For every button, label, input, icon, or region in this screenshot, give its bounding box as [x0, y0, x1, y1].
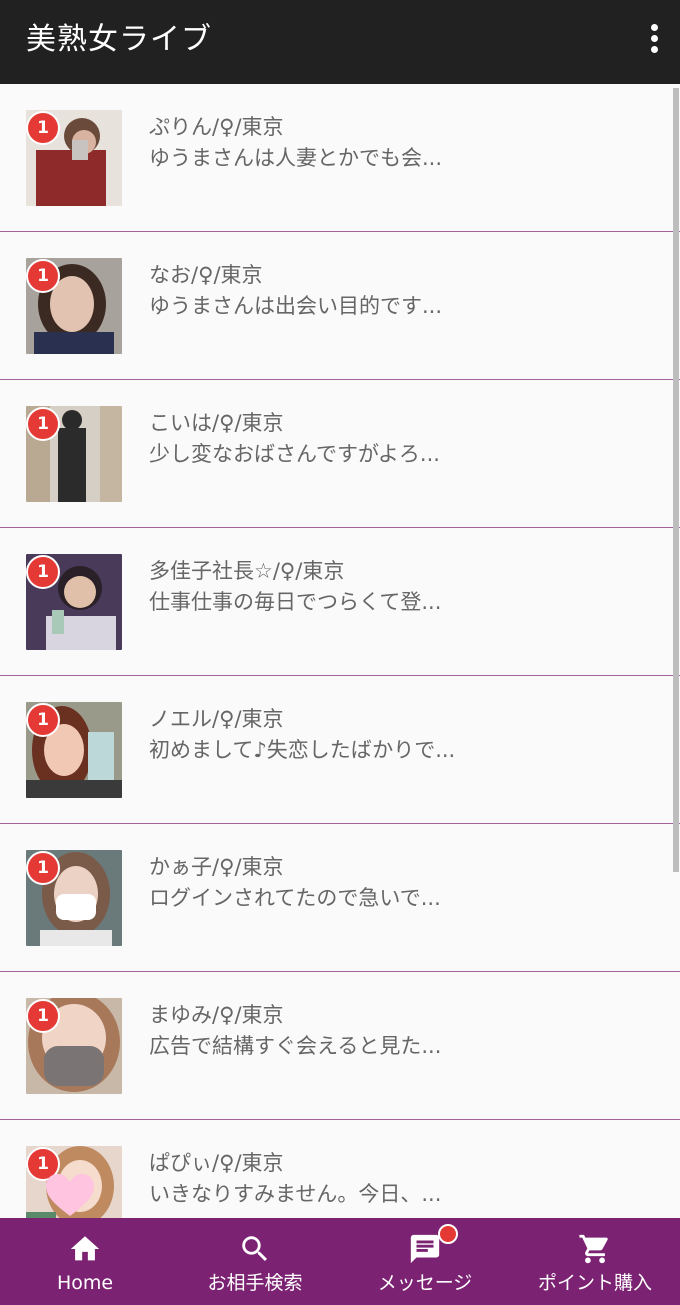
message-icon: [410, 1234, 440, 1264]
contact-name: かぁ子/♀/東京: [149, 855, 284, 879]
conversation-list[interactable]: 1 ぷりん/♀/東京 ゆうまさんは人妻とかでも会... 1 なお/♀/東京 ゆう…: [0, 84, 680, 1218]
unread-badge: 1: [26, 999, 60, 1033]
list-item[interactable]: 1 多佳子社長☆/♀/東京 仕事仕事の毎日でつらくて登...: [0, 528, 680, 676]
scrollbar[interactable]: [673, 88, 679, 872]
nav-points[interactable]: ポイント購入: [510, 1218, 680, 1305]
app-title: 美熟女ライブ: [26, 22, 212, 57]
nav-search[interactable]: お相手検索: [170, 1218, 340, 1305]
contact-name: ノエル/♀/東京: [149, 707, 284, 731]
list-item[interactable]: 1 ぷりん/♀/東京 ゆうまさんは人妻とかでも会...: [0, 84, 680, 232]
nav-home[interactable]: Home: [0, 1218, 170, 1305]
contact-name: こいは/♀/東京: [149, 411, 284, 435]
unread-badge: 1: [26, 555, 60, 589]
unread-badge: 1: [26, 703, 60, 737]
message-preview: ゆうまさんは出会い目的です...: [149, 294, 443, 318]
app-bar: 美熟女ライブ: [0, 0, 680, 84]
cart-icon: [579, 1234, 608, 1264]
list-item[interactable]: 1 まゆみ/♀/東京 広告で結構すぐ会えると見た...: [0, 972, 680, 1120]
message-preview: 仕事仕事の毎日でつらくて登...: [149, 590, 442, 614]
message-preview: ゆうまさんは人妻とかでも会...: [149, 146, 443, 170]
message-preview: いきなりすみません。今日、...: [149, 1182, 442, 1206]
nav-search-label: お相手検索: [207, 1272, 303, 1294]
contact-name: まゆみ/♀/東京: [149, 1003, 284, 1027]
nav-messages-label: メッセージ: [377, 1272, 473, 1294]
unread-badge: 1: [26, 407, 60, 441]
message-preview: 広告で結構すぐ会えると見た...: [149, 1034, 442, 1058]
heart-icon[interactable]: [44, 1172, 96, 1218]
unread-badge: 1: [26, 111, 60, 145]
message-preview: 初めまして♪失恋したばかりで...: [149, 738, 456, 762]
list-item[interactable]: 1 ぱぴぃ/♀/東京 いきなりすみません。今日、...: [0, 1120, 680, 1218]
message-preview: ログインされてたので急いで...: [149, 886, 441, 910]
notification-dot: [438, 1224, 458, 1244]
message-preview: 少し変なおばさんですがよろ...: [149, 442, 440, 466]
contact-name: なお/♀/東京: [149, 263, 263, 287]
contact-name: 多佳子社長☆/♀/東京: [149, 559, 345, 583]
contact-name: ぷりん/♀/東京: [149, 115, 284, 139]
unread-badge: 1: [26, 259, 60, 293]
list-item[interactable]: 1 かぁ子/♀/東京 ログインされてたので急いで...: [0, 824, 680, 972]
search-icon: [242, 1236, 268, 1262]
nav-messages[interactable]: メッセージ: [340, 1218, 510, 1305]
list-item[interactable]: 1 なお/♀/東京 ゆうまさんは出会い目的です...: [0, 232, 680, 380]
home-icon: [70, 1236, 100, 1261]
list-item[interactable]: 1 ノエル/♀/東京 初めまして♪失恋したばかりで...: [0, 676, 680, 824]
bottom-navigation: Home お相手検索 メッセージ ポイント購入: [0, 1218, 680, 1305]
more-vert-icon[interactable]: [646, 24, 662, 60]
nav-points-label: ポイント購入: [537, 1272, 652, 1294]
unread-badge: 1: [26, 851, 60, 885]
list-item[interactable]: 1 こいは/♀/東京 少し変なおばさんですがよろ...: [0, 380, 680, 528]
contact-name: ぱぴぃ/♀/東京: [149, 1151, 284, 1175]
nav-home-label: Home: [56, 1272, 114, 1294]
